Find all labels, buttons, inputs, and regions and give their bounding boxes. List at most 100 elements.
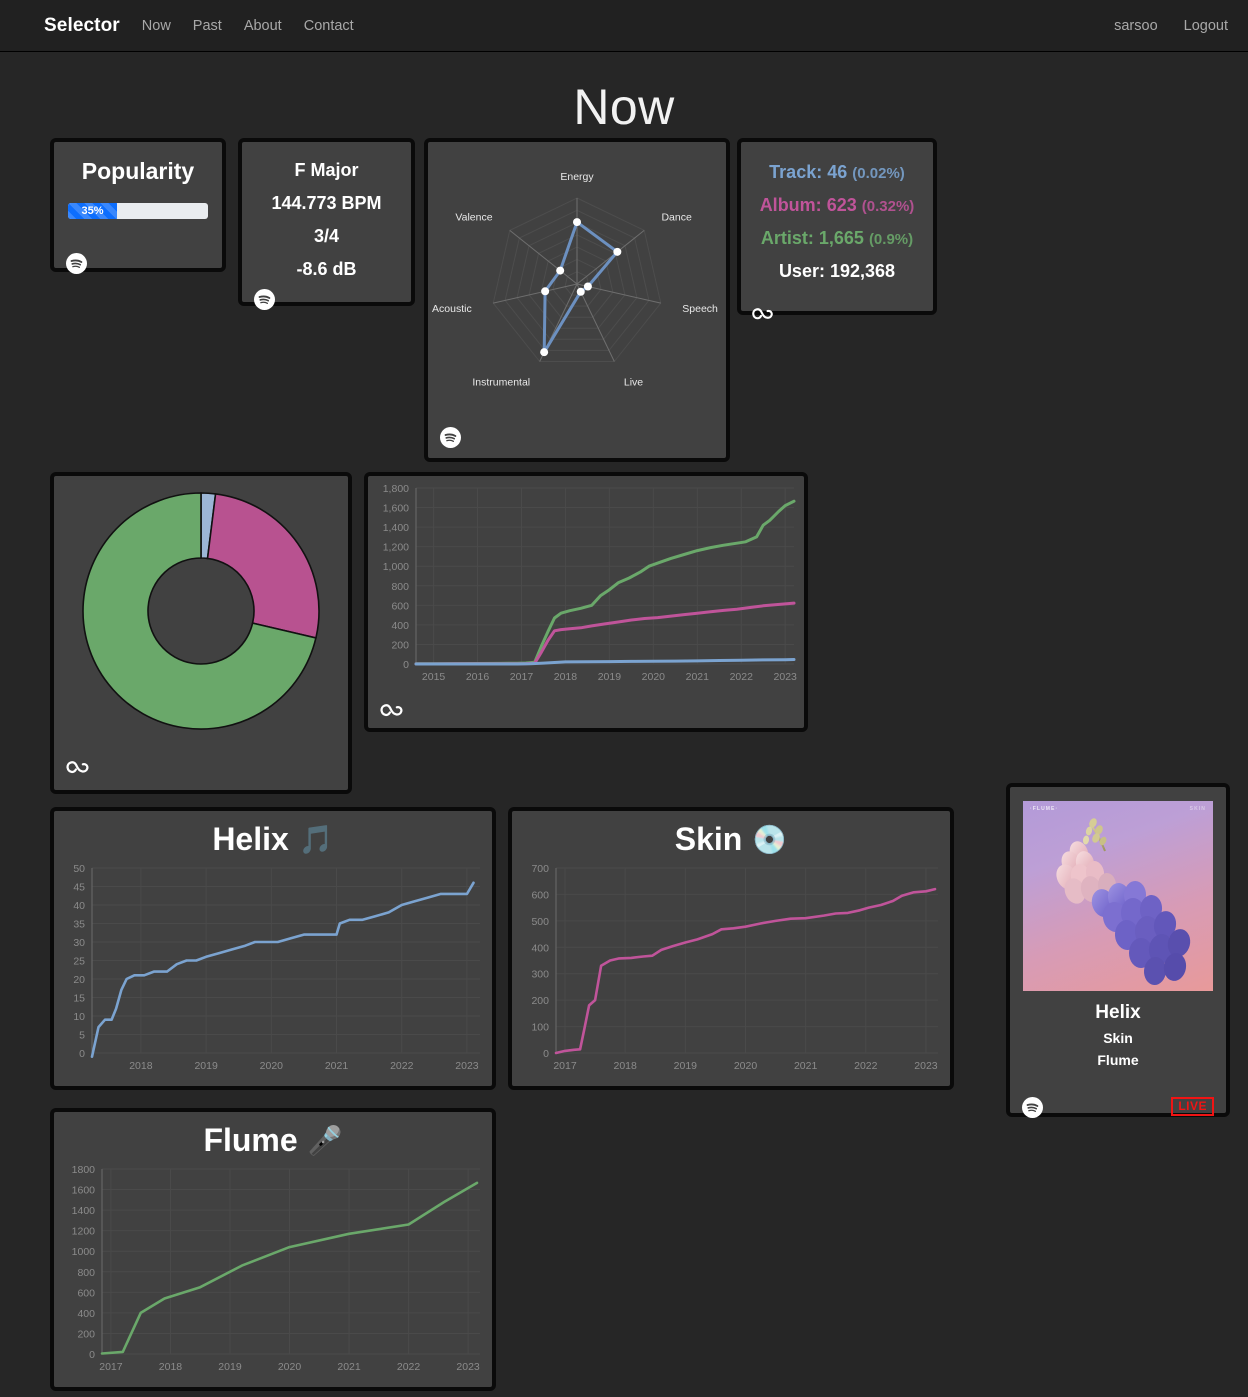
svg-text:0: 0 [403,659,409,671]
svg-text:2021: 2021 [686,671,710,683]
svg-text:2022: 2022 [854,1060,878,1072]
time-signature-value: 3/4 [313,226,340,246]
svg-text:2021: 2021 [337,1361,361,1373]
now-playing-card: ·FLUME· SKIN Helix Skin Flume LIVE [1006,783,1230,1118]
lastfm-icon[interactable] [380,704,404,719]
stat-percent: (0.02%) [852,165,905,182]
svg-text:1,400: 1,400 [383,522,409,534]
stat-row-artist: Artist: 1,665 (0.9%) [741,228,933,249]
svg-text:800: 800 [77,1267,95,1279]
microphone-icon: 🎤 [307,1125,343,1156]
musical-notes-icon: 🎵 [298,824,334,855]
svg-text:2017: 2017 [99,1361,123,1373]
audio-features-card: F Major 144.773 BPM 3/4 -8.6 dB [238,138,415,310]
svg-text:40: 40 [73,900,85,912]
album-scrobbles-card: Skin 💿 0 100 200 300 400 500 600 700 2017 2018 201… [508,807,954,1090]
album-art-artwork [1056,818,1191,985]
svg-text:1,800: 1,800 [383,483,409,495]
stat-label: Album: [759,195,822,215]
brand-logo[interactable]: Selector [44,15,120,37]
artist-scrobbles-card: Flume 🎤 0 200 400 600 800 1000 1200 1400 1600 180… [50,1108,496,1391]
nav-right-group: sarsoo Logout [1114,18,1228,34]
popularity-title: Popularity [81,158,195,184]
stat-percent: (0.32%) [861,198,915,215]
stat-value: 1,665 [818,228,864,248]
svg-text:10: 10 [73,1011,85,1023]
svg-text:Speech: Speech [682,303,718,315]
track-scrobbles-card: Helix 🎵 0 5 10 15 20 25 30 35 40 45 50 2018 2019 2020… [50,807,496,1090]
lastfm-icon[interactable] [752,308,774,322]
svg-text:1,200: 1,200 [383,542,409,554]
svg-text:Live: Live [624,376,643,388]
stat-row-user: User: 192,368 [741,261,933,282]
scrobble-donut-card [50,472,352,794]
now-playing-album: Skin [1103,1030,1133,1046]
svg-text:2016: 2016 [466,671,490,683]
svg-text:30: 30 [73,937,85,949]
svg-text:2022: 2022 [730,671,754,683]
svg-text:1800: 1800 [72,1164,96,1176]
scrobble-stats-card: Track: 46 (0.02%) Album: 623 (0.32%) Art… [737,138,937,320]
stat-value: 623 [826,195,857,215]
svg-text:15: 15 [73,993,85,1005]
popularity-progress-track: 35% [68,203,208,219]
svg-text:2018: 2018 [554,671,578,683]
svg-text:2018: 2018 [159,1361,183,1373]
svg-text:2020: 2020 [642,671,666,683]
album-art[interactable]: ·FLUME· SKIN [1023,801,1213,991]
svg-text:400: 400 [77,1308,95,1320]
svg-text:Energy: Energy [560,171,594,183]
svg-text:2018: 2018 [614,1060,638,1072]
username-link[interactable]: sarsoo [1114,18,1158,34]
stat-row-track: Track: 46 (0.02%) [741,162,933,183]
svg-text:1,000: 1,000 [383,561,409,573]
stat-value: 46 [827,162,848,182]
svg-text:600: 600 [77,1287,95,1299]
svg-text:1000: 1000 [72,1246,96,1258]
svg-text:35: 35 [73,919,85,931]
album-art-label-right: SKIN [1189,806,1206,812]
spotify-icon[interactable] [66,253,87,274]
svg-text:20: 20 [73,974,85,986]
svg-text:45: 45 [73,882,85,894]
nav-links: Now Past About Contact [142,18,354,34]
svg-text:2018: 2018 [129,1060,153,1072]
radar-chart: Energy Dance Speech Live Instrumental Acousti… [432,171,718,388]
track-line-chart: 0 5 10 15 20 25 30 35 40 45 50 2018 2019 2020 2021 2022… [73,863,480,1072]
svg-text:1400: 1400 [72,1205,96,1217]
svg-text:Instrumental: Instrumental [472,376,530,388]
tempo-value: 144.773 BPM [271,193,382,213]
artist-chart-title-text: Flume [203,1122,298,1158]
svg-text:2022: 2022 [397,1361,421,1373]
svg-text:2022: 2022 [390,1060,414,1072]
stat-row-album: Album: 623 (0.32%) [741,195,933,216]
svg-text:400: 400 [531,942,549,954]
nav-link-contact[interactable]: Contact [304,18,354,34]
album-line-chart: 0 100 200 300 400 500 600 700 2017 2018 2019 2020 20… [531,863,938,1072]
nav-link-past[interactable]: Past [193,18,222,34]
svg-text:2023: 2023 [774,671,798,683]
svg-text:700: 700 [531,863,549,875]
stat-value: 192,368 [829,261,896,281]
svg-text:1200: 1200 [72,1226,96,1238]
svg-text:2015: 2015 [422,671,446,683]
compact-disc-icon: 💿 [752,824,788,855]
audio-features-radar-card: Energy Dance Speech Live Instrumental Acousti… [424,138,730,462]
spotify-icon[interactable] [440,427,461,448]
svg-text:2019: 2019 [218,1361,242,1373]
spotify-icon[interactable] [254,289,275,310]
album-chart-title: Skin 💿 [512,821,950,858]
svg-text:2023: 2023 [914,1060,938,1072]
nav-link-now[interactable]: Now [142,18,171,34]
donut-chart [82,492,320,730]
logout-button[interactable]: Logout [1184,18,1228,34]
svg-text:Valence: Valence [455,212,492,224]
live-badge: LIVE [1171,1096,1214,1116]
stat-percent: (0.9%) [868,231,914,248]
spotify-icon[interactable] [1022,1097,1043,1118]
lastfm-icon[interactable] [66,761,90,776]
svg-text:2021: 2021 [325,1060,349,1072]
svg-text:0: 0 [89,1349,95,1361]
nav-link-about[interactable]: About [244,18,282,34]
artist-line-chart: 0 200 400 600 800 1000 1200 1400 1600 1800 2017 201… [72,1164,480,1373]
